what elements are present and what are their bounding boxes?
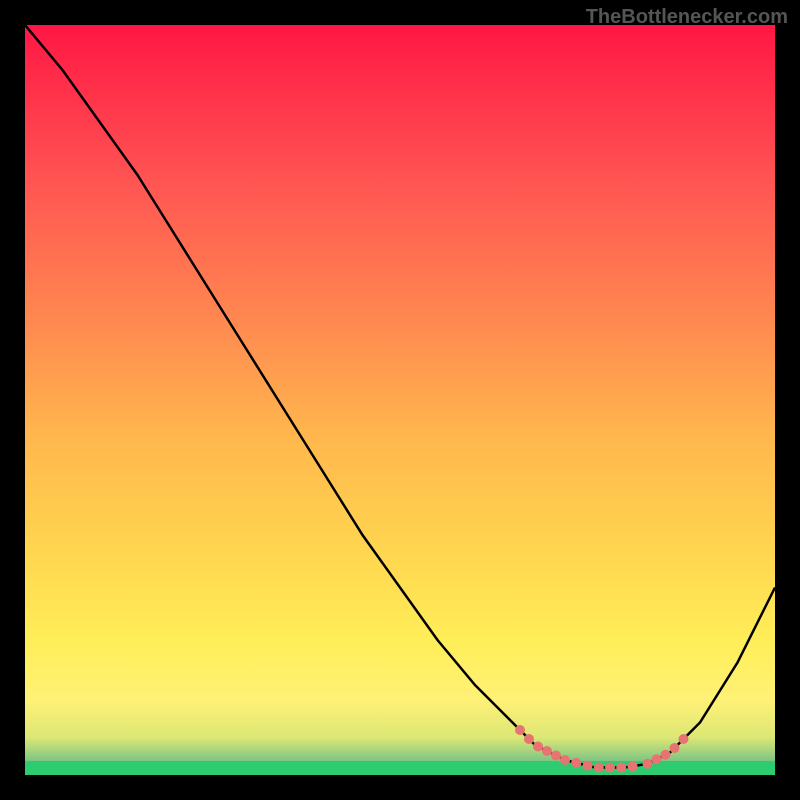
plot-area xyxy=(25,25,775,775)
watermark-text: TheBottlenecker.com xyxy=(586,6,788,29)
gradient-background xyxy=(25,25,775,775)
green-baseline xyxy=(25,761,775,775)
chart-svg xyxy=(25,25,775,775)
chart-container: TheBottlenecker.com xyxy=(0,0,800,800)
